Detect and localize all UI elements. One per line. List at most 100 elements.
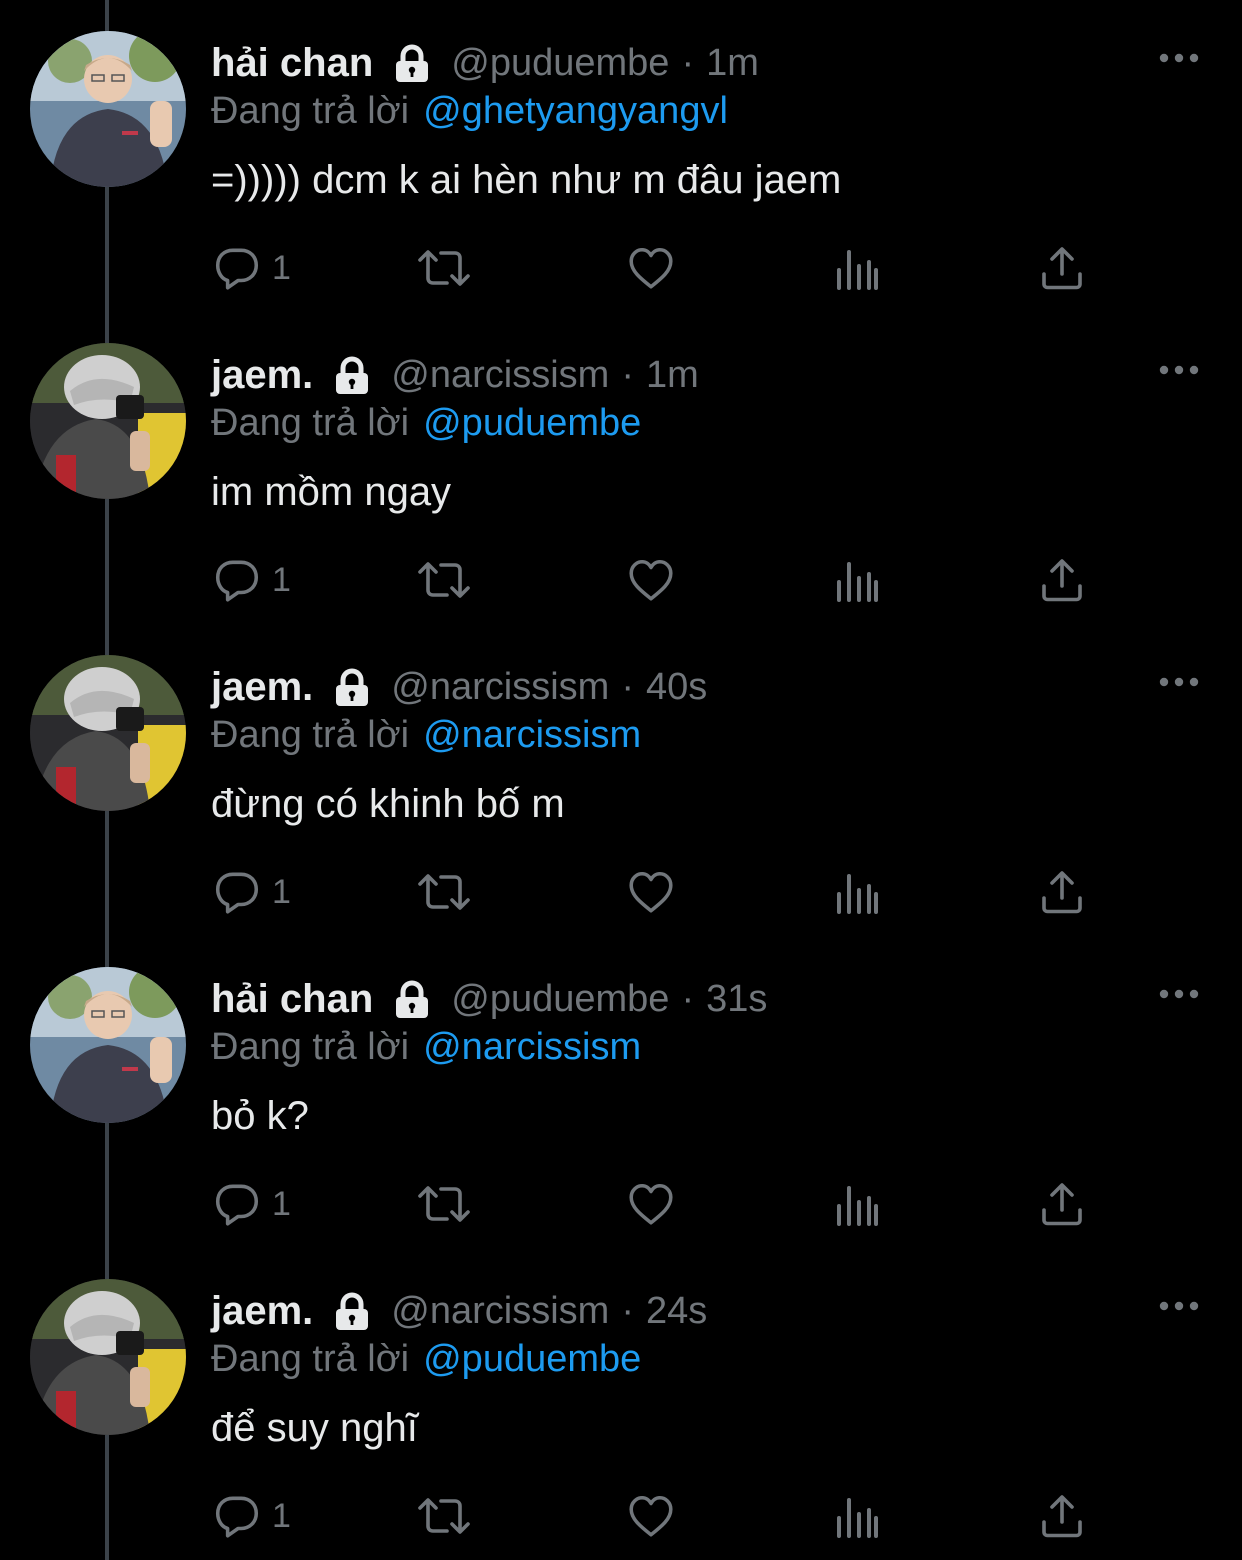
retweet-button[interactable] (416, 864, 472, 920)
display-name[interactable]: hải chan (211, 41, 373, 86)
like-button[interactable] (626, 240, 676, 296)
more-options-button[interactable] (1157, 1291, 1201, 1321)
views-button[interactable] (832, 552, 880, 608)
retweet-button[interactable] (416, 552, 472, 608)
tweet-header: jaem. @narcissism · 40s (211, 662, 707, 712)
replying-to: Đang trả lời @narcissism (211, 1022, 641, 1072)
more-icon (1159, 365, 1199, 375)
lock-icon (391, 42, 433, 84)
reply-button[interactable]: 1 (212, 1488, 291, 1544)
retweet-icon (418, 874, 470, 910)
display-name[interactable]: hải chan (211, 977, 373, 1022)
share-button[interactable] (1038, 240, 1086, 296)
replying-to-handle[interactable]: @ghetyangyangvl (423, 90, 728, 133)
separator-dot: · (681, 41, 695, 84)
user-handle[interactable]: @puduembe (451, 978, 669, 1021)
replying-to-label: Đang trả lời (211, 1337, 410, 1380)
user-handle[interactable]: @narcissism (391, 354, 609, 397)
tweet-actions: 1 (0, 864, 1242, 920)
reply-button[interactable]: 1 (212, 864, 291, 920)
like-button[interactable] (626, 1176, 676, 1232)
tweet[interactable]: jaem. @narcissism · 1m Đang trả lời @pud… (0, 312, 1242, 624)
tweet[interactable]: jaem. @narcissism · 24s Đang trả lời @pu… (0, 1248, 1242, 1560)
timestamp[interactable]: 40s (646, 666, 707, 709)
reply-icon (215, 1496, 259, 1538)
replying-to-handle[interactable]: @narcissism (423, 1026, 641, 1069)
avatar[interactable] (30, 655, 186, 811)
views-button[interactable] (832, 864, 880, 920)
tweet-actions: 1 (0, 240, 1242, 296)
user-handle[interactable]: @narcissism (391, 1290, 609, 1333)
timestamp[interactable]: 24s (646, 1290, 707, 1333)
tweet-actions: 1 (0, 1176, 1242, 1232)
replying-to-handle[interactable]: @puduembe (423, 402, 641, 445)
more-options-button[interactable] (1157, 979, 1201, 1009)
heart-icon (629, 248, 673, 289)
like-button[interactable] (626, 864, 676, 920)
more-options-button[interactable] (1157, 43, 1201, 73)
reply-count: 1 (272, 872, 291, 911)
retweet-button[interactable] (416, 1176, 472, 1232)
analytics-icon (837, 250, 878, 290)
user-handle[interactable]: @puduembe (451, 42, 669, 85)
share-icon (1042, 559, 1082, 602)
heart-icon (629, 872, 673, 913)
avatar[interactable] (30, 343, 186, 499)
tweet[interactable]: hải chan @puduembe · 1m Đang trả lời @gh… (0, 0, 1242, 312)
display-name[interactable]: jaem. (211, 353, 313, 398)
more-options-button[interactable] (1157, 667, 1201, 697)
views-button[interactable] (832, 240, 880, 296)
lock-icon (331, 354, 373, 396)
tweet[interactable]: hải chan @puduembe · 31s Đang trả lời @n… (0, 936, 1242, 1248)
replying-to-handle[interactable]: @puduembe (423, 1338, 641, 1381)
like-button[interactable] (626, 552, 676, 608)
reply-icon (215, 248, 259, 290)
more-icon (1159, 677, 1199, 687)
user-handle[interactable]: @narcissism (391, 666, 609, 709)
tweet-text: =))))) dcm k ai hèn như m đâu jaem (211, 157, 842, 202)
replying-to-label: Đang trả lời (211, 1025, 410, 1068)
timestamp[interactable]: 31s (706, 978, 767, 1021)
tweet-actions: 1 (0, 552, 1242, 608)
views-button[interactable] (832, 1176, 880, 1232)
heart-icon (629, 1184, 673, 1225)
share-icon (1042, 1183, 1082, 1226)
avatar[interactable] (30, 1279, 186, 1435)
timestamp[interactable]: 1m (706, 42, 759, 85)
reply-count: 1 (272, 560, 291, 599)
more-icon (1159, 1301, 1199, 1311)
reply-button[interactable]: 1 (212, 1176, 291, 1232)
display-name[interactable]: jaem. (211, 1289, 313, 1334)
tweet-actions: 1 (0, 1488, 1242, 1544)
analytics-icon (837, 562, 878, 602)
replying-to: Đang trả lời @puduembe (211, 398, 641, 448)
share-icon (1042, 871, 1082, 914)
reply-count: 1 (272, 1184, 291, 1223)
share-button[interactable] (1038, 1488, 1086, 1544)
timestamp[interactable]: 1m (646, 354, 699, 397)
more-options-button[interactable] (1157, 355, 1201, 385)
reply-icon (215, 1184, 259, 1226)
avatar[interactable] (30, 31, 186, 187)
avatar[interactable] (30, 967, 186, 1123)
display-name[interactable]: jaem. (211, 665, 313, 710)
replying-to-handle[interactable]: @narcissism (423, 714, 641, 757)
views-button[interactable] (832, 1488, 880, 1544)
retweet-button[interactable] (416, 1488, 472, 1544)
tweet-header: jaem. @narcissism · 1m (211, 350, 699, 400)
share-button[interactable] (1038, 1176, 1086, 1232)
share-icon (1042, 1495, 1082, 1538)
reply-button[interactable]: 1 (212, 552, 291, 608)
share-button[interactable] (1038, 864, 1086, 920)
like-button[interactable] (626, 1488, 676, 1544)
reply-button[interactable]: 1 (212, 240, 291, 296)
more-icon (1159, 989, 1199, 999)
share-button[interactable] (1038, 552, 1086, 608)
replying-to: Đang trả lời @ghetyangyangvl (211, 86, 728, 136)
tweet[interactable]: jaem. @narcissism · 40s Đang trả lời @na… (0, 624, 1242, 936)
retweet-button[interactable] (416, 240, 472, 296)
lock-icon (391, 978, 433, 1020)
tweet-text: bỏ k? (211, 1093, 309, 1138)
heart-icon (629, 560, 673, 601)
tweet-header: jaem. @narcissism · 24s (211, 1286, 707, 1336)
